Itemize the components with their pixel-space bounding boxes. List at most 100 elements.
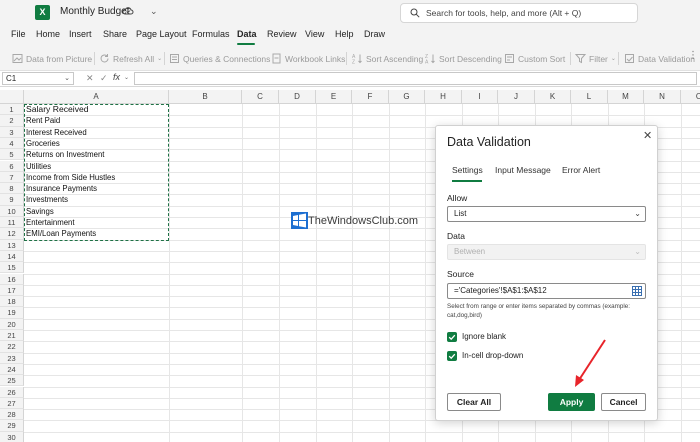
sort-descending-button[interactable]: ZA Sort Descending <box>425 52 502 65</box>
row-header[interactable]: 6 <box>0 160 24 172</box>
row-header[interactable]: 4 <box>0 137 24 150</box>
row-header[interactable]: 16 <box>0 273 24 285</box>
row-header[interactable]: 2 <box>0 115 24 127</box>
row-header[interactable]: 11 <box>0 217 24 229</box>
column-header-a[interactable]: A <box>24 90 169 104</box>
row-header[interactable]: 25 <box>0 375 24 387</box>
cell-a9[interactable]: Investments <box>25 194 167 205</box>
row-header[interactable]: 17 <box>0 284 24 297</box>
row-header[interactable]: 15 <box>0 262 24 274</box>
column-header-d[interactable]: D <box>279 90 316 104</box>
data-from-picture-button[interactable]: Data from Picture <box>12 52 92 65</box>
tab-formulas[interactable]: Formulas <box>192 29 230 39</box>
data-validation-button[interactable]: Data Validation <box>624 52 695 65</box>
cell-a12[interactable]: EMI/Loan Payments <box>25 228 167 239</box>
column-header-h[interactable]: H <box>425 90 462 104</box>
column-header-f[interactable]: F <box>352 90 389 104</box>
row-header[interactable]: 19 <box>0 307 24 319</box>
cell-a8[interactable]: Insurance Payments <box>25 183 167 194</box>
cell-a5[interactable]: Returns on Investment <box>25 149 167 160</box>
workbook-links-button[interactable]: Workbook Links <box>271 52 345 65</box>
tab-share[interactable]: Share <box>103 29 127 39</box>
tab-draw[interactable]: Draw <box>364 29 385 39</box>
column-header-c[interactable]: C <box>242 90 279 104</box>
checkbox-checked-icon[interactable] <box>447 350 457 361</box>
clear-all-button[interactable]: Clear All <box>447 393 501 411</box>
allow-select[interactable]: List ⌄ <box>447 206 646 222</box>
column-header-o[interactable]: O <box>681 90 700 104</box>
row-header[interactable]: 22 <box>0 341 24 353</box>
cancel-formula-icon[interactable]: ✕ <box>86 73 94 84</box>
cancel-button[interactable]: Cancel <box>601 393 646 411</box>
tab-input-message[interactable]: Input Message <box>495 165 551 175</box>
cell-a4[interactable]: Groceries <box>25 138 167 149</box>
row-header[interactable]: 29 <box>0 420 24 432</box>
row-header[interactable]: 8 <box>0 183 24 195</box>
confirm-formula-icon[interactable]: ✓ <box>100 73 108 84</box>
tab-review[interactable]: Review <box>267 29 297 39</box>
row-header[interactable]: 21 <box>0 330 24 342</box>
in-cell-dropdown-checkbox[interactable]: In-cell drop-down <box>447 350 523 361</box>
tab-settings[interactable]: Settings <box>452 165 483 175</box>
row-header[interactable]: 14 <box>0 250 24 263</box>
row-header[interactable]: 23 <box>0 352 24 364</box>
document-name[interactable]: Monthly Budget <box>60 6 130 17</box>
row-header[interactable]: 18 <box>0 296 24 308</box>
ignore-blank-checkbox[interactable]: Ignore blank <box>447 331 506 342</box>
column-header-i[interactable]: I <box>462 90 498 104</box>
tab-file[interactable]: File <box>11 29 26 39</box>
row-header[interactable]: 3 <box>0 126 24 138</box>
apply-button[interactable]: Apply <box>548 393 595 411</box>
row-header[interactable]: 7 <box>0 171 24 184</box>
row-header[interactable]: 30 <box>0 431 24 442</box>
tab-view[interactable]: View <box>305 29 324 39</box>
search-box[interactable]: Search for tools, help, and more (Alt + … <box>400 3 638 23</box>
row-header[interactable]: 24 <box>0 363 24 376</box>
name-box[interactable]: C1 ⌄ <box>2 72 74 85</box>
row-header[interactable]: 26 <box>0 386 24 398</box>
chevron-down-icon[interactable]: ⌄ <box>150 6 158 17</box>
source-input[interactable]: ='Categories'!$A$1:$A$12 <box>447 283 646 299</box>
sort-ascending-button[interactable]: AZ Sort Ascending <box>352 52 423 65</box>
cell-a2[interactable]: Rent Paid <box>25 115 167 126</box>
close-icon[interactable]: ✕ <box>643 129 652 142</box>
cell-a1[interactable]: Salary Received <box>25 104 167 115</box>
cell-a10[interactable]: Savings <box>25 206 167 217</box>
custom-sort-button[interactable]: Custom Sort <box>504 52 565 65</box>
cell-a6[interactable]: Utilities <box>25 161 167 172</box>
column-header-l[interactable]: L <box>571 90 608 104</box>
tab-insert[interactable]: Insert <box>69 29 92 39</box>
refresh-all-button[interactable]: Refresh All ⌄ <box>99 52 162 65</box>
tab-home[interactable]: Home <box>36 29 60 39</box>
column-header-g[interactable]: G <box>389 90 425 104</box>
tab-data[interactable]: Data <box>237 29 257 39</box>
column-header-k[interactable]: K <box>535 90 571 104</box>
row-header[interactable]: 20 <box>0 318 24 330</box>
tab-error-alert[interactable]: Error Alert <box>562 165 600 175</box>
checkbox-checked-icon[interactable] <box>447 331 457 342</box>
row-header[interactable]: 28 <box>0 409 24 421</box>
range-picker-icon[interactable] <box>632 286 642 296</box>
row-header[interactable]: 27 <box>0 397 24 410</box>
column-header-n[interactable]: N <box>644 90 681 104</box>
tab-help[interactable]: Help <box>335 29 354 39</box>
queries-connections-button[interactable]: Queries & Connections <box>169 52 270 65</box>
column-header-e[interactable]: E <box>316 90 352 104</box>
chevron-down-icon[interactable]: ⌄ <box>124 74 129 81</box>
row-header[interactable]: 13 <box>0 239 24 251</box>
cell-a7[interactable]: Income from Side Hustles <box>25 172 167 183</box>
column-header-j[interactable]: J <box>498 90 535 104</box>
column-header-m[interactable]: M <box>608 90 644 104</box>
insert-function-icon[interactable]: fx <box>113 72 120 82</box>
cell-a11[interactable]: Entertainment <box>25 217 167 228</box>
more-options-icon[interactable]: ⋮ <box>688 50 698 61</box>
row-header[interactable]: 1 <box>0 104 24 116</box>
cell-a3[interactable]: Interest Received <box>25 127 167 138</box>
column-header-b[interactable]: B <box>169 90 242 104</box>
row-header[interactable]: 12 <box>0 228 24 240</box>
formula-input[interactable] <box>134 72 697 85</box>
filter-button[interactable]: Filter ⌄ <box>575 52 616 65</box>
row-header[interactable]: 9 <box>0 194 24 206</box>
row-header[interactable]: 10 <box>0 205 24 217</box>
tab-page-layout[interactable]: Page Layout <box>136 29 187 39</box>
